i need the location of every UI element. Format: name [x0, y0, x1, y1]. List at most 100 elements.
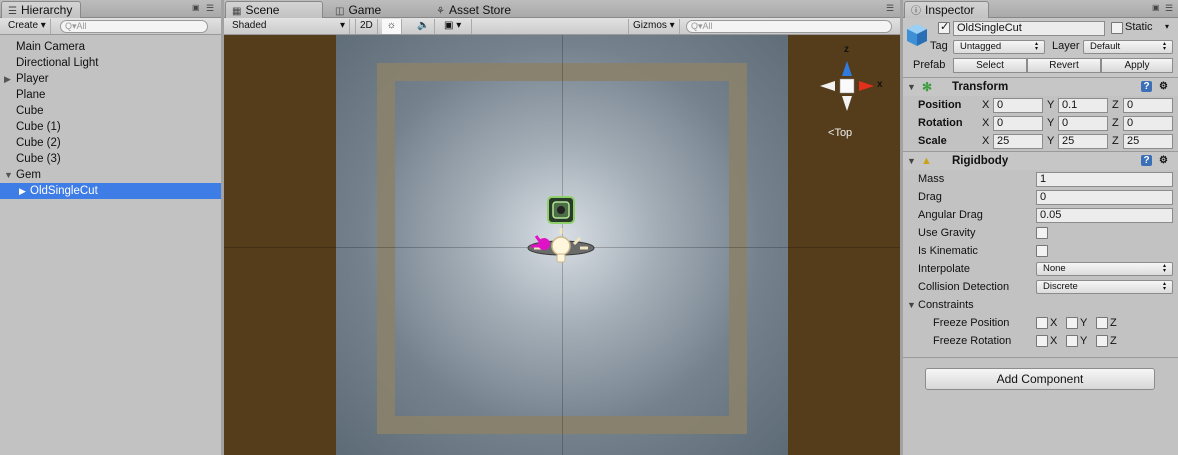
scale-z-field[interactable]: 25 — [1123, 134, 1173, 149]
scene-toolbar: Shaded ▾ 2D ☼ 🔈 ▣ ▾ Gizmos ▾ Q▾All — [224, 18, 900, 35]
scene-search-input[interactable]: Q▾All — [686, 20, 892, 33]
effects-dropdown[interactable]: ▣ ▾ — [440, 19, 472, 34]
orientation-gizmo[interactable]: z x <Top — [810, 44, 884, 159]
list-item[interactable]: ▼ Gem — [0, 167, 221, 183]
rotation-row: Rotation X 0 Y 0 Z 0 — [903, 114, 1178, 132]
scene-gizmos[interactable] — [524, 190, 604, 270]
list-item[interactable]: Cube (1) — [0, 119, 221, 135]
freeze-position-z-checkbox[interactable] — [1096, 317, 1108, 329]
tab-game[interactable]: ◫ Game — [328, 1, 390, 18]
is-kinematic-checkbox[interactable] — [1036, 245, 1048, 257]
speaker-icon: 🔈 — [417, 20, 430, 31]
freeze-rotation-y-checkbox[interactable] — [1066, 335, 1078, 347]
drag-field[interactable]: 0 — [1036, 190, 1173, 205]
cube-icon — [907, 24, 927, 46]
layer-dropdown[interactable]: Default — [1083, 40, 1173, 54]
list-item[interactable]: Cube — [0, 103, 221, 119]
z-axis-label: z — [844, 44, 849, 55]
sun-icon: ☼ — [386, 20, 397, 31]
lock-icon[interactable]: ▣ — [192, 4, 201, 12]
mass-row: Mass 1 — [903, 170, 1178, 188]
collision-detection-row: Collision Detection Discrete — [903, 278, 1178, 296]
expand-arrow-icon[interactable]: ▶ — [19, 183, 26, 199]
collapse-arrow-icon[interactable]: ▼ — [4, 167, 13, 183]
transform-title: Transform — [952, 81, 1009, 93]
y-label: Y — [1080, 317, 1088, 329]
mass-field[interactable]: 1 — [1036, 172, 1173, 187]
add-component-button[interactable]: Add Component — [925, 368, 1155, 390]
position-z-field[interactable]: 0 — [1123, 98, 1173, 113]
rotation-x-field[interactable]: 0 — [993, 116, 1043, 131]
tab-inspector[interactable]: ⓘ Inspector — [904, 1, 989, 18]
prefab-revert-button[interactable]: Revert — [1027, 58, 1101, 73]
scale-x-field[interactable]: 25 — [993, 134, 1043, 149]
audio-toggle-button[interactable]: 🔈 — [413, 19, 435, 34]
list-item[interactable]: Plane — [0, 87, 221, 103]
z-label: Z — [1110, 335, 1117, 347]
collapse-arrow-icon[interactable]: ▼ — [907, 152, 916, 171]
tag-dropdown[interactable]: Untagged — [953, 40, 1045, 54]
angular-drag-field[interactable]: 0.05 — [1036, 208, 1173, 223]
use-gravity-checkbox[interactable] — [1036, 227, 1048, 239]
panel-menu-icon[interactable]: ☰ — [886, 4, 894, 13]
freeze-position-y-checkbox[interactable] — [1066, 317, 1078, 329]
constraints-row[interactable]: ▼ Constraints — [903, 296, 1178, 314]
gear-icon[interactable]: ⚙ — [1158, 81, 1169, 92]
transform-header[interactable]: ▼ ✻ Transform ? ⚙ — [903, 77, 1178, 96]
position-x-field[interactable]: 0 — [993, 98, 1043, 113]
freeze-position-x-checkbox[interactable] — [1036, 317, 1048, 329]
2d-toggle-button[interactable]: 2D — [355, 19, 378, 34]
x-label: X — [1050, 317, 1058, 329]
lighting-toggle-button[interactable]: ☼ — [382, 19, 402, 34]
gear-icon[interactable]: ⚙ — [1158, 155, 1169, 166]
rotation-y-field[interactable]: 0 — [1058, 116, 1108, 131]
tab-hierarchy[interactable]: ☰ Hierarchy — [1, 1, 82, 18]
list-item[interactable]: ▶ Player — [0, 71, 221, 87]
collapse-arrow-icon[interactable]: ▼ — [907, 296, 916, 314]
collapse-arrow-icon[interactable]: ▼ — [907, 78, 916, 97]
hierarchy-list: Main Camera Directional Light ▶ Player Pl… — [0, 35, 221, 199]
axis-gizmo-icon — [820, 61, 874, 111]
list-item[interactable]: Main Camera — [0, 39, 221, 55]
hierarchy-search-input[interactable]: Q▾All — [60, 20, 208, 33]
list-item[interactable]: Directional Light — [0, 55, 221, 71]
rigidbody-header[interactable]: ▼ ▲ Rigidbody ? ⚙ — [903, 151, 1178, 170]
list-item[interactable]: Cube (3) — [0, 151, 221, 167]
transform-icon: ✻ — [922, 80, 933, 94]
prefab-apply-button[interactable]: Apply — [1101, 58, 1173, 73]
layer-label: Layer — [1052, 40, 1080, 52]
dropdown-arrow-icon[interactable]: ▾ — [1165, 22, 1169, 31]
x-axis-label: x — [877, 79, 883, 90]
shading-mode-dropdown[interactable]: Shaded ▾ — [228, 19, 350, 34]
prefab-label: Prefab — [913, 59, 946, 71]
lock-icon[interactable]: ▣ — [1152, 4, 1161, 12]
view-label[interactable]: <Top — [828, 127, 852, 139]
active-checkbox[interactable]: ✓ — [938, 21, 950, 34]
collision-detection-dropdown[interactable]: Discrete — [1036, 280, 1173, 294]
scene-panel: ▦ Scene ◫ Game ⚘ Asset Store ☰ Shaded ▾ 2D ☼… — [224, 0, 900, 455]
freeze-rotation-x-checkbox[interactable] — [1036, 335, 1048, 347]
help-icon[interactable]: ? — [1141, 155, 1152, 166]
position-y-field[interactable]: 0.1 — [1058, 98, 1108, 113]
rotation-z-field[interactable]: 0 — [1123, 116, 1173, 131]
is-kinematic-row: Is Kinematic — [903, 242, 1178, 260]
scale-y-field[interactable]: 25 — [1058, 134, 1108, 149]
expand-arrow-icon[interactable]: ▶ — [4, 71, 11, 87]
list-item-selected[interactable]: ▶ OldSingleCut — [0, 183, 221, 199]
scene-viewport[interactable]: z x <Top — [224, 35, 900, 455]
help-icon[interactable]: ? — [1141, 81, 1152, 92]
interpolate-dropdown[interactable]: None — [1036, 262, 1173, 276]
scene-tabbar: ▦ Scene ◫ Game ⚘ Asset Store ☰ — [224, 0, 900, 18]
tab-scene[interactable]: ▦ Scene — [225, 1, 323, 18]
freeze-rotation-z-checkbox[interactable] — [1096, 335, 1108, 347]
list-item[interactable]: Cube (2) — [0, 135, 221, 151]
y-label: Y — [1047, 135, 1055, 147]
prefab-select-button[interactable]: Select — [953, 58, 1027, 73]
static-checkbox[interactable] — [1111, 22, 1123, 34]
object-name-field[interactable]: OldSingleCut — [953, 21, 1105, 36]
create-dropdown[interactable]: Create ▾ — [4, 19, 51, 34]
tab-asset-store[interactable]: ⚘ Asset Store — [429, 1, 520, 18]
panel-menu-icon[interactable]: ☰ — [206, 4, 214, 13]
panel-menu-icon[interactable]: ☰ — [1165, 4, 1173, 13]
gizmos-dropdown[interactable]: Gizmos ▾ — [628, 19, 680, 34]
